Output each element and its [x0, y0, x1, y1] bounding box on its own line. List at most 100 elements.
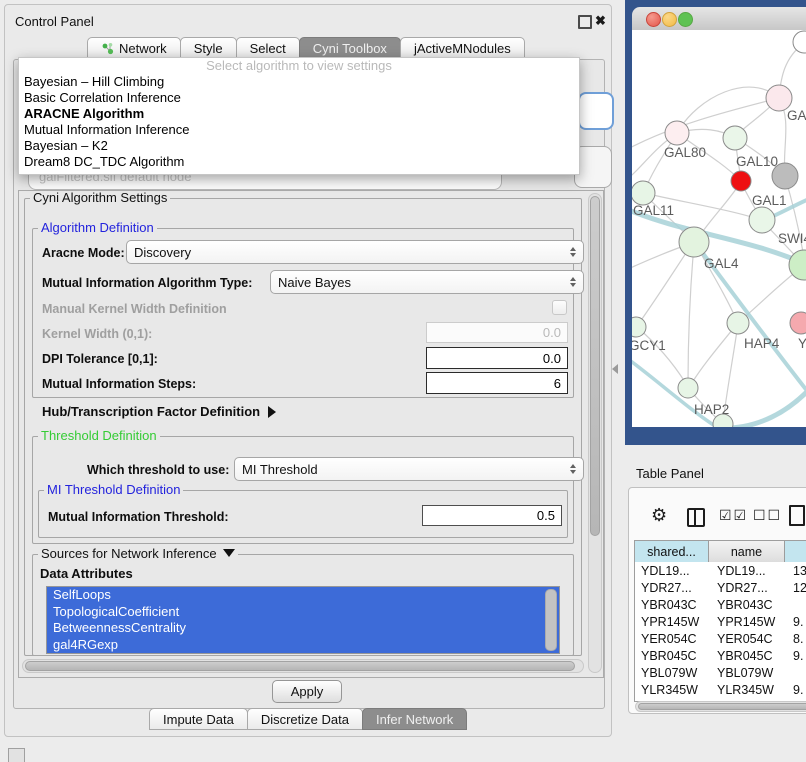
window-close-button[interactable]: [646, 12, 661, 27]
network-node[interactable]: [665, 121, 689, 145]
settings-vertical-scrollbar[interactable]: [588, 193, 602, 673]
column-header-shared-name[interactable]: shared...: [635, 541, 709, 562]
node-label: GAL80: [664, 145, 706, 160]
tab-infer-network[interactable]: Infer Network: [362, 708, 467, 730]
algorithm-dropdown-popup: Select algorithm to view settings Bayesi…: [18, 57, 580, 175]
tab-jactivemnodules[interactable]: jActiveMNodules: [400, 37, 525, 59]
table-row[interactable]: YDR27... YDR27... 12: [635, 579, 806, 596]
hub-definition-toggle[interactable]: Hub/Transcription Factor Definition: [42, 404, 276, 419]
control-panel-title: Control Panel: [15, 14, 94, 29]
table-panel-title: Table Panel: [636, 466, 704, 481]
algorithm-option[interactable]: Dream8 DC_TDC Algorithm: [19, 154, 579, 170]
column-header-name[interactable]: name: [709, 541, 785, 562]
manual-kernel-width-checkbox[interactable]: [552, 300, 567, 315]
table-horizontal-scrollbar[interactable]: [635, 701, 806, 712]
algorithm-dropdown-placeholder: Select algorithm to view settings: [19, 58, 579, 74]
expanded-arrow-icon: [223, 549, 235, 557]
document-icon[interactable]: [789, 505, 805, 526]
mi-steps-label: Mutual Information Steps:: [42, 377, 196, 391]
tab-style[interactable]: Style: [180, 37, 237, 59]
hidden-focused-combobox[interactable]: [578, 92, 614, 130]
column-header-partial[interactable]: [785, 541, 806, 562]
settings-horizontal-scrollbar-thumb[interactable]: [25, 661, 575, 671]
table-header-row: shared... name: [635, 541, 806, 562]
tab-discretize-data[interactable]: Discretize Data: [247, 708, 363, 730]
network-node[interactable]: [790, 312, 806, 334]
table-row[interactable]: YBL079W YBL079W: [635, 664, 806, 681]
table-row[interactable]: YPR145W YPR145W 9.: [635, 613, 806, 630]
table-row[interactable]: YBR043C YBR043C: [635, 596, 806, 613]
float-panel-icon[interactable]: [578, 15, 592, 29]
gear-icon[interactable]: ⚙: [651, 506, 667, 524]
tab-cyni-toolbox[interactable]: Cyni Toolbox: [299, 37, 401, 59]
resize-grip-icon[interactable]: [8, 748, 25, 762]
mi-threshold-group-title: MI Threshold Definition: [44, 483, 183, 496]
settings-vertical-scrollbar-thumb[interactable]: [590, 196, 600, 536]
split-columns-icon[interactable]: [687, 508, 705, 527]
algorithm-option[interactable]: Bayesian – Hill Climbing: [19, 74, 579, 90]
data-attributes-label: Data Attributes: [40, 566, 133, 581]
network-node[interactable]: [723, 126, 747, 150]
aracne-mode-combobox[interactable]: Discovery: [126, 240, 584, 264]
settings-horizontal-scrollbar[interactable]: [22, 659, 584, 673]
node-label: GAL4: [704, 256, 739, 271]
bottom-tabs: Impute Data Discretize Data Infer Networ…: [149, 708, 467, 730]
checked-boxes-icon[interactable]: ☑☑: [719, 507, 748, 524]
network-view-frame: GAL GAL80 GAL10 GAL11 GAL1 SWI4 GAL4 GCY…: [625, 0, 806, 445]
data-attributes-list[interactable]: SelfLoops TopologicalCoefficient Between…: [46, 586, 560, 654]
node-label: GAL1: [752, 193, 787, 208]
list-item[interactable]: TopologicalCoefficient: [47, 604, 559, 621]
network-node[interactable]: [727, 312, 749, 334]
table-row[interactable]: YLR345W YLR345W 9.: [635, 681, 806, 698]
table-row[interactable]: YER054C YER054C 8.: [635, 630, 806, 647]
network-node[interactable]: [793, 31, 806, 53]
network-graph: GAL GAL80 GAL10 GAL11 GAL1 SWI4 GAL4 GCY…: [632, 30, 806, 427]
window-minimize-button[interactable]: [662, 12, 677, 27]
kernel-width-input[interactable]: [426, 322, 568, 343]
mi-threshold-label: Mutual Information Threshold:: [48, 510, 229, 524]
mi-algorithm-type-combobox[interactable]: Naive Bayes: [270, 270, 584, 294]
which-threshold-label: Which threshold to use:: [87, 463, 229, 477]
tab-select[interactable]: Select: [236, 37, 300, 59]
node-attribute-table[interactable]: shared... name YDL19... YDL19... 13 YDR2…: [634, 540, 806, 702]
algorithm-option[interactable]: Bayesian – K2: [19, 138, 579, 154]
list-item[interactable]: BetweennessCentrality: [47, 620, 559, 637]
algorithm-option-selected[interactable]: ARACNE Algorithm: [19, 106, 579, 122]
node-label: GAL: [787, 108, 806, 123]
network-node[interactable]: [749, 207, 775, 233]
network-node[interactable]: [679, 227, 709, 257]
network-node[interactable]: [632, 181, 655, 205]
algorithm-option[interactable]: Basic Correlation Inference: [19, 90, 579, 106]
close-panel-icon[interactable]: ✖: [595, 15, 606, 27]
tab-network[interactable]: Network: [87, 37, 181, 59]
apply-button[interactable]: Apply: [272, 680, 342, 703]
network-window-titlebar[interactable]: [632, 7, 806, 31]
mi-steps-input[interactable]: [426, 372, 568, 394]
stepper-icon: [570, 277, 576, 287]
aracne-mode-label: Aracne Mode:: [42, 246, 125, 260]
dpi-tolerance-input[interactable]: [426, 347, 568, 369]
network-node[interactable]: [678, 378, 698, 398]
mi-threshold-input[interactable]: [422, 505, 562, 526]
algorithm-option[interactable]: Mutual Information Inference: [19, 122, 579, 138]
tab-impute-data[interactable]: Impute Data: [149, 708, 248, 730]
which-threshold-combobox[interactable]: MI Threshold: [234, 457, 584, 481]
threshold-definition-title: Threshold Definition: [38, 429, 160, 442]
stepper-icon: [570, 464, 576, 474]
table-row[interactable]: YDL19... YDL19... 13: [635, 562, 806, 579]
node-label: SWI4: [778, 231, 806, 246]
network-canvas[interactable]: GAL GAL80 GAL10 GAL11 GAL1 SWI4 GAL4 GCY…: [632, 30, 806, 427]
sources-toggle[interactable]: Sources for Network Inference: [38, 547, 238, 560]
list-scrollbar-thumb[interactable]: [545, 589, 557, 651]
splitter-collapse-handle[interactable]: [612, 364, 618, 374]
network-node-selected[interactable]: [731, 171, 751, 191]
application-window: Control Panel ✖ Network Style Select: [0, 0, 806, 762]
window-zoom-button[interactable]: [678, 12, 693, 27]
network-node[interactable]: [632, 317, 646, 337]
table-horizontal-scrollbar-thumb[interactable]: [638, 703, 806, 710]
unchecked-boxes-icon[interactable]: ☐☐: [753, 507, 782, 524]
table-row[interactable]: YBR045C YBR045C 9.: [635, 647, 806, 664]
list-item[interactable]: gal4RGexp: [47, 637, 559, 654]
list-item[interactable]: SelfLoops: [47, 587, 559, 604]
algorithm-definition-title: Algorithm Definition: [38, 221, 157, 234]
